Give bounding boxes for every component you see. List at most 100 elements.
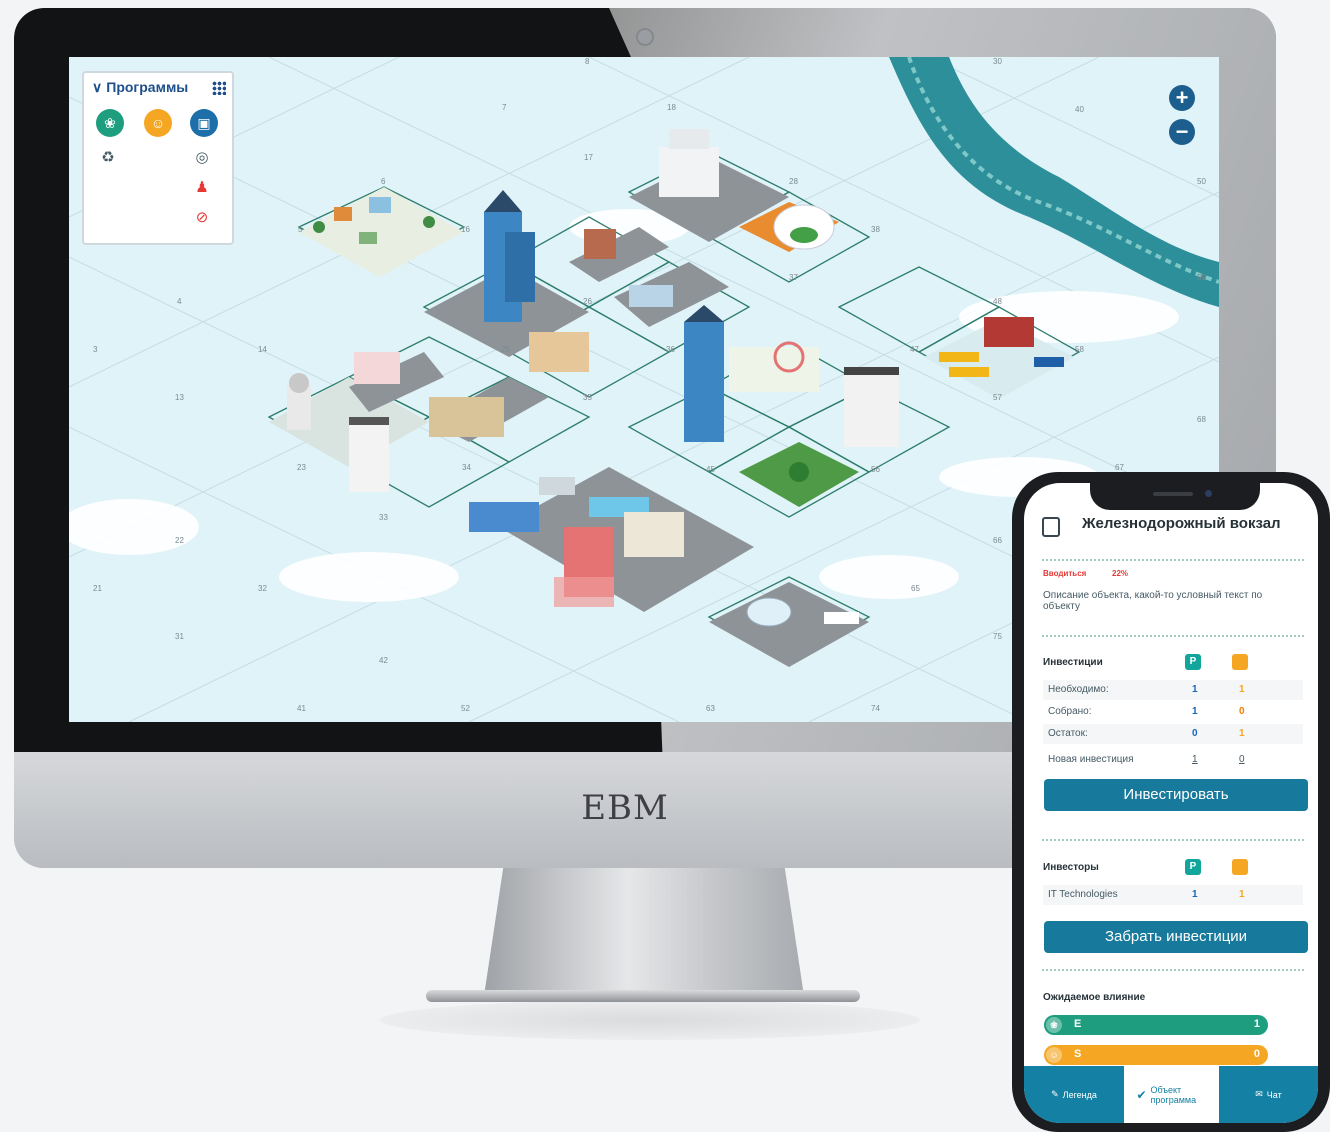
zoom-out-button[interactable]: − — [1169, 119, 1195, 145]
row-value-o: 0 — [1239, 706, 1245, 717]
tab-legend[interactable]: ✎ Легенда — [1024, 1066, 1124, 1123]
stand-shadow — [380, 1000, 920, 1040]
cell-number: 74 — [871, 704, 880, 713]
cell-number: 37 — [789, 273, 798, 282]
investors-heading: Инвесторы — [1043, 862, 1099, 873]
row-value-p: 1 — [1192, 706, 1198, 717]
train-icon — [1042, 517, 1060, 537]
impact-bar-e: ❀ E 1 — [1044, 1015, 1268, 1035]
row-label: Остаток: — [1048, 728, 1088, 739]
table-row: Остаток: 0 1 — [1043, 724, 1303, 744]
chat-icon: ✉ — [1255, 1089, 1263, 1099]
cell-number: 68 — [1197, 415, 1206, 424]
cell-number: 45 — [706, 465, 715, 474]
cell-number: 30 — [993, 57, 1002, 66]
phone-speaker — [1153, 492, 1193, 496]
brand-logo: EBM — [581, 788, 669, 828]
impact-value: 1 — [1253, 1018, 1260, 1030]
row-label: Новая инвестиция — [1048, 754, 1134, 765]
cell-number: 3 — [93, 345, 98, 354]
front-camera-icon — [1205, 490, 1212, 497]
cell-number: 52 — [461, 704, 470, 713]
cell-number: 75 — [993, 632, 1002, 641]
currency-p-icon: P — [1185, 654, 1201, 670]
cell-number: 66 — [993, 536, 1002, 545]
check-circle-icon: ✔ — [1136, 1087, 1147, 1102]
cell-number: 21 — [93, 584, 102, 593]
row-value-p: 0 — [1192, 728, 1198, 739]
row-value-o: 1 — [1239, 728, 1245, 739]
cell-number: 59 — [1197, 273, 1206, 282]
cell-number: 32 — [258, 584, 267, 593]
divider — [1042, 839, 1304, 841]
chevron-down-icon[interactable]: ∨ — [92, 79, 102, 96]
cell-number: 57 — [993, 393, 1002, 402]
table-row: Необходимо: 1 1 — [1043, 680, 1303, 700]
programs-title: Программы — [106, 79, 189, 95]
cell-number: 36 — [666, 345, 675, 354]
tab-chat[interactable]: ✉ Чат — [1219, 1066, 1318, 1123]
edit-icon: ✎ — [1051, 1089, 1059, 1099]
cell-number: 34 — [462, 463, 471, 472]
row-value-o: 1 — [1239, 889, 1245, 900]
leaf-icon[interactable]: ❀ — [96, 109, 124, 137]
table-row: IT Technologies 1 1 — [1043, 885, 1303, 905]
coin-icon — [1232, 859, 1248, 875]
impact-label: S — [1074, 1048, 1082, 1060]
row-value-o: 1 — [1239, 684, 1245, 695]
coin-icon — [1232, 654, 1248, 670]
cell-number: 42 — [379, 656, 388, 665]
cell-number: 35 — [583, 393, 592, 402]
new-investment-o-input[interactable]: 0 — [1239, 754, 1245, 765]
globe-icon[interactable]: ◎ — [190, 145, 214, 169]
no-smoking-icon[interactable]: ⊘ — [190, 205, 214, 229]
cell-number: 13 — [175, 393, 184, 402]
new-investment-p-input[interactable]: 1 — [1192, 754, 1198, 765]
people-icon[interactable]: ☺ — [144, 109, 172, 137]
cell-number: 67 — [1115, 463, 1124, 472]
cell-number: 18 — [667, 103, 676, 112]
tab-object-program[interactable]: ✔ Объект программа — [1124, 1066, 1219, 1123]
cell-number: 31 — [175, 632, 184, 641]
cell-number: 48 — [993, 297, 1002, 306]
phone-screen: Железнодорожный вокзал Вводиться 22% Опи… — [1024, 483, 1318, 1123]
row-label: IT Technologies — [1048, 889, 1118, 900]
object-description: Описание объекта, какой-то условный текс… — [1043, 590, 1263, 612]
divider — [1042, 969, 1304, 971]
row-label: Собрано: — [1048, 706, 1092, 717]
cell-number: 5 — [298, 225, 303, 234]
impact-value: 0 — [1253, 1048, 1260, 1060]
cell-number: 33 — [379, 513, 388, 522]
cell-number: 4 — [177, 297, 182, 306]
cell-number: 14 — [258, 345, 267, 354]
cell-number: 23 — [297, 463, 306, 472]
cell-number: 41 — [297, 704, 306, 713]
box-icon[interactable]: ▣ — [190, 109, 218, 137]
cell-number: 16 — [461, 225, 470, 234]
cell-number: 26 — [583, 297, 592, 306]
cell-number: 17 — [584, 153, 593, 162]
row-value-p: 1 — [1192, 889, 1198, 900]
currency-p-icon: P — [1185, 859, 1201, 875]
recycle-icon[interactable]: ♻ — [96, 145, 120, 169]
cell-number: 56 — [871, 465, 880, 474]
invest-button[interactable]: Инвестировать — [1044, 779, 1308, 811]
impact-heading: Ожидаемое влияние — [1043, 992, 1146, 1003]
withdraw-investments-button[interactable]: Забрать инвестиции — [1044, 921, 1308, 953]
grid-icon[interactable] — [212, 81, 226, 95]
team-icon[interactable]: ♟ — [190, 175, 214, 199]
cell-number: 7 — [502, 103, 507, 112]
camera-icon — [636, 28, 654, 46]
cell-number: 25 — [501, 345, 510, 354]
cell-number: 58 — [1075, 345, 1084, 354]
zoom-in-button[interactable]: + — [1169, 85, 1195, 111]
cell-number: 8 — [585, 57, 590, 66]
programs-header[interactable]: ∨ Программы — [92, 79, 188, 96]
cell-number: 28 — [789, 177, 798, 186]
cell-number: 47 — [910, 345, 919, 354]
impact-bar-s: ☺ S 0 — [1044, 1045, 1268, 1065]
object-title: Железнодорожный вокзал — [1082, 515, 1281, 532]
leaf-icon: ❀ — [1046, 1017, 1062, 1033]
divider — [1042, 559, 1304, 561]
table-row: Собрано: 1 0 — [1043, 702, 1303, 722]
